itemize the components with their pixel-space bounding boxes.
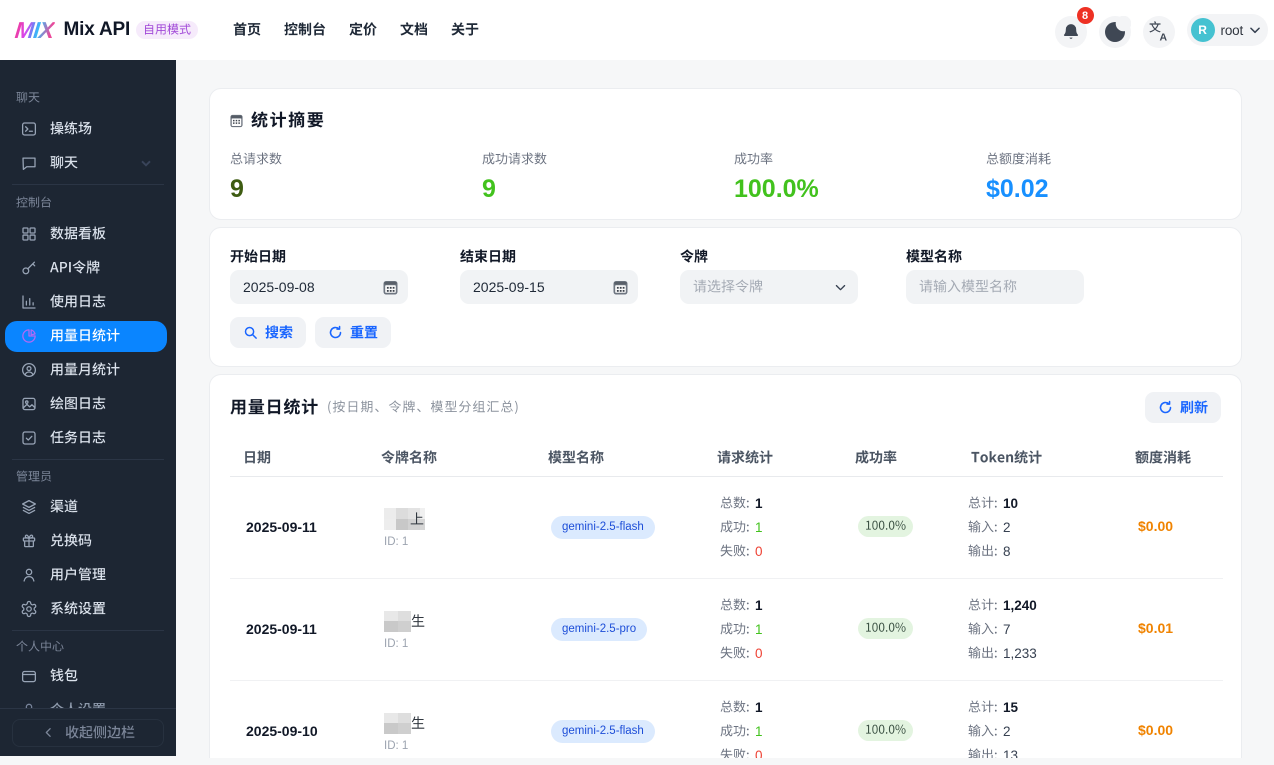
svg-text:A: A bbox=[1159, 32, 1167, 44]
